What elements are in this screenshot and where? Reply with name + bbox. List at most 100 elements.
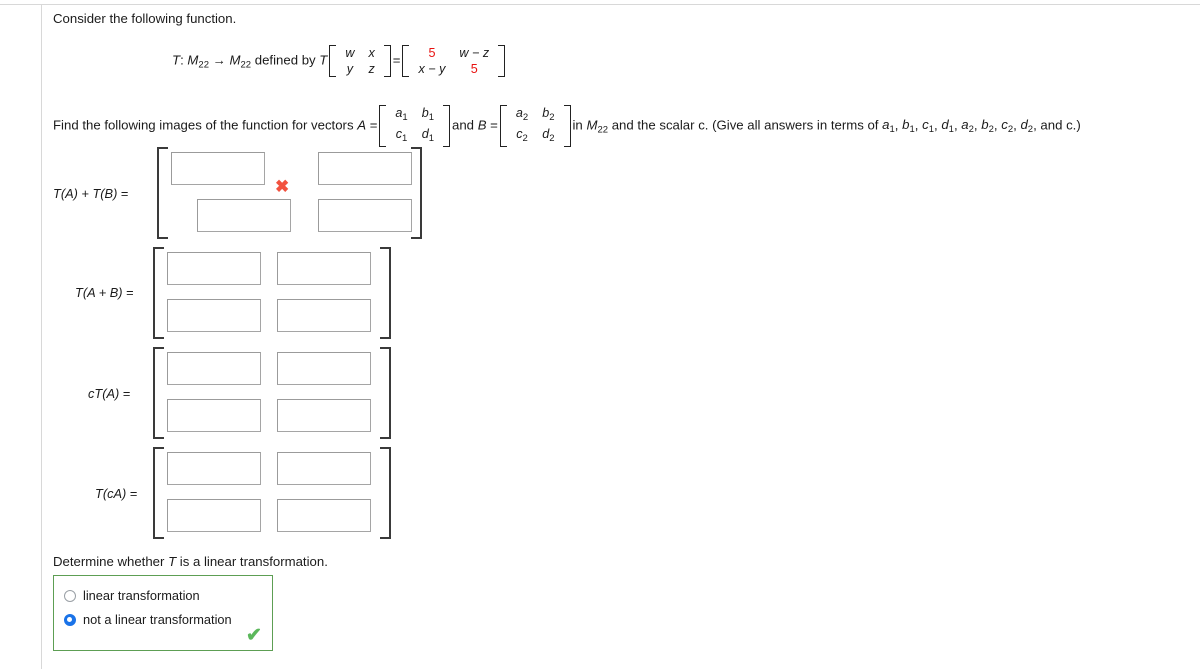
answer-input-1-0[interactable] bbox=[167, 252, 261, 285]
radio-option-not-a-linear-transformation[interactable]: not a linear transformation bbox=[64, 612, 232, 627]
def-codomain-sub: 22 bbox=[240, 59, 252, 71]
find-lead: Find the following images of the functio… bbox=[53, 117, 354, 133]
A-sub-1-0: 1 bbox=[402, 133, 408, 144]
answer-input-3-2[interactable] bbox=[167, 499, 261, 532]
answer-label-t-a-plus-t-b: T(A) + T(B) = bbox=[53, 186, 128, 201]
B-sub-1-1: 2 bbox=[549, 133, 555, 144]
term-b1: b1 bbox=[902, 117, 915, 136]
def-in-cell-0-0: w bbox=[345, 46, 355, 60]
bracket-right-0 bbox=[411, 147, 422, 239]
answer-label-text-2: cT(A) bbox=[88, 386, 120, 401]
A-sub-1-1: 1 bbox=[428, 133, 435, 144]
vector-A-matrix: a1 b1 c1 d1 bbox=[379, 105, 450, 147]
intro-text: Consider the following function. bbox=[53, 11, 237, 26]
answer-input-0-3[interactable] bbox=[318, 199, 412, 232]
answer-input-2-2[interactable] bbox=[167, 399, 261, 432]
answer-input-1-3[interactable] bbox=[277, 299, 371, 332]
def-colon: : bbox=[180, 52, 184, 68]
space-M-sub: 22 bbox=[597, 124, 609, 136]
answer-matrix-1 bbox=[153, 247, 391, 339]
radio-icon-unselected[interactable] bbox=[64, 589, 76, 602]
B-sub-1-0: 2 bbox=[522, 133, 528, 144]
answer-input-0-2[interactable] bbox=[197, 199, 291, 232]
bracket-left-2 bbox=[153, 347, 164, 439]
bracket-left-0 bbox=[157, 147, 168, 239]
answer-label-t-c-a: T(cA) = bbox=[95, 486, 137, 501]
in-text: in bbox=[572, 117, 583, 133]
vector-B-matrix: a2 b2 c2 d2 bbox=[499, 105, 571, 147]
answer-equals-2: = bbox=[122, 386, 131, 401]
determine-prompt: Determine whether T is a linear transfor… bbox=[53, 554, 328, 569]
def-arrow: → bbox=[212, 52, 226, 68]
term-a2: a2 bbox=[961, 117, 974, 136]
bracket-right-1 bbox=[380, 247, 391, 339]
def-out-cell-1-1: 5 bbox=[470, 62, 478, 76]
radio-option-linear-transformation[interactable]: linear transformation bbox=[64, 588, 200, 603]
def-equals: = bbox=[392, 52, 401, 68]
def-T-applied: T bbox=[319, 52, 328, 68]
A-sub-0-1: 1 bbox=[428, 112, 435, 123]
term-c1: c1 bbox=[922, 117, 934, 136]
answer-equals-1: = bbox=[126, 285, 134, 300]
answer-matrix-2 bbox=[153, 347, 391, 439]
answer-equals-3: = bbox=[129, 486, 138, 501]
bracket-left-3 bbox=[153, 447, 164, 539]
answer-input-3-0[interactable] bbox=[167, 452, 261, 485]
radio-label-0: linear transformation bbox=[83, 588, 200, 603]
def-out-cell-1-0: x − y bbox=[418, 62, 446, 76]
radio-label-1: not a linear transformation bbox=[83, 612, 232, 627]
def-T: T bbox=[172, 52, 181, 68]
A-sub-0-0: 1 bbox=[402, 112, 408, 123]
answer-input-2-3[interactable] bbox=[277, 399, 371, 432]
vector-B-label: B bbox=[477, 117, 487, 133]
def-defined-by: defined by bbox=[254, 52, 316, 68]
term-a1: a1 bbox=[882, 117, 895, 136]
bracket-left-1 bbox=[153, 247, 164, 339]
B-sub-0-1: 2 bbox=[549, 112, 555, 123]
def-out-cell-0-0: 5 bbox=[428, 46, 436, 60]
terms-tail: and c.) bbox=[1040, 117, 1081, 133]
answer-label-t-a-plus-b: T(A + B) = bbox=[75, 285, 134, 300]
term-d1: d1 bbox=[941, 117, 954, 136]
A-cell-1-1: d bbox=[421, 127, 429, 141]
answer-input-0-1[interactable] bbox=[318, 152, 412, 185]
def-in-cell-1-1: z bbox=[368, 62, 375, 76]
answer-matrix-0: ✖ bbox=[157, 147, 422, 239]
def-output-matrix: 5 w − z x − y 5 bbox=[402, 45, 505, 77]
def-domain: M bbox=[187, 52, 199, 68]
def-domain-sub: 22 bbox=[198, 59, 209, 71]
answer-input-2-1[interactable] bbox=[277, 352, 371, 385]
def-in-cell-1-0: y bbox=[346, 62, 354, 76]
radio-icon-selected[interactable] bbox=[64, 613, 76, 626]
term-d2: d2 bbox=[1020, 117, 1034, 136]
A-cell-0-1: b bbox=[421, 106, 429, 120]
term-b2: b2 bbox=[981, 117, 994, 136]
answer-input-2-0[interactable] bbox=[167, 352, 261, 385]
B-sub-0-0: 2 bbox=[522, 112, 529, 123]
answer-input-1-1[interactable] bbox=[277, 252, 371, 285]
vector-B-equals: = bbox=[490, 117, 498, 133]
answer-label-c-t-a: cT(A) = bbox=[88, 386, 130, 401]
linear-transformation-radio-group[interactable]: linear transformation not a linear trans… bbox=[53, 575, 273, 651]
answer-input-1-2[interactable] bbox=[167, 299, 261, 332]
answer-matrix-3 bbox=[153, 447, 391, 539]
and-text: and bbox=[452, 117, 475, 133]
def-out-cell-0-1: w − z bbox=[459, 46, 490, 60]
vector-A-equals: = bbox=[369, 117, 378, 133]
scalar-text: and the scalar c. (Give all answers in t… bbox=[611, 117, 879, 133]
vector-A-label: A bbox=[357, 117, 367, 133]
answer-label-text-1: T(A + B) bbox=[75, 285, 123, 300]
determine-T: T bbox=[168, 554, 177, 569]
answer-input-3-1[interactable] bbox=[277, 452, 371, 485]
answer-input-0-0[interactable] bbox=[171, 152, 265, 185]
def-codomain: M bbox=[229, 52, 241, 68]
def-in-cell-0-1: x bbox=[368, 46, 375, 60]
term-c2: c2 bbox=[1001, 117, 1014, 136]
answer-label-text-0: T(A) + T(B) bbox=[53, 186, 118, 201]
find-instruction: Find the following images of the functio… bbox=[53, 105, 1081, 147]
incorrect-icon: ✖ bbox=[275, 177, 290, 196]
def-input-matrix: w x y z bbox=[329, 45, 392, 77]
answer-label-text-3: T(cA) bbox=[95, 486, 127, 501]
bracket-right-3 bbox=[380, 447, 391, 539]
answer-input-3-3[interactable] bbox=[277, 499, 371, 532]
